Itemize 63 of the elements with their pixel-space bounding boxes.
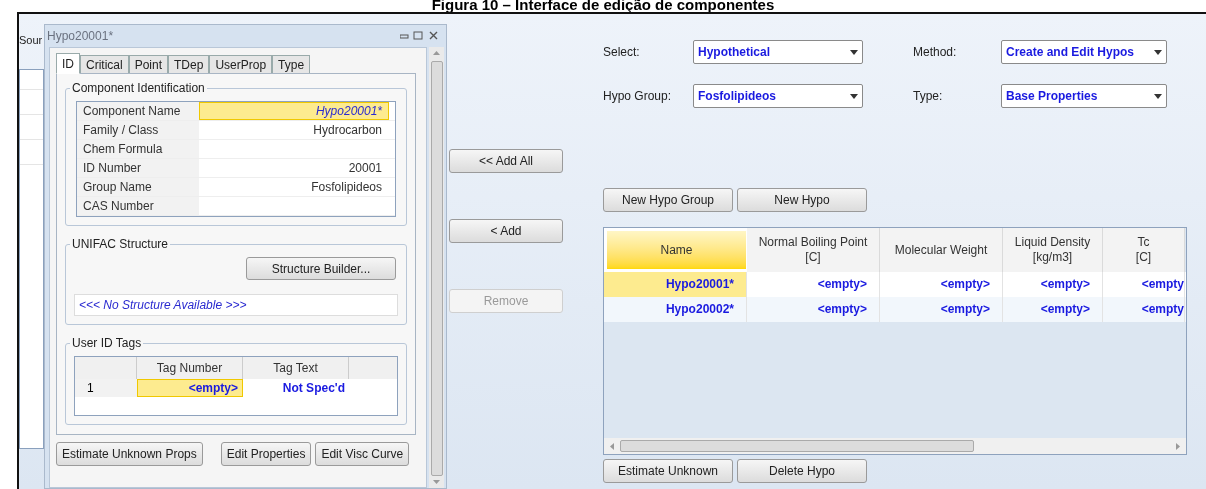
dropdown[interactable]: Hypothetical bbox=[693, 40, 863, 64]
dropdown[interactable]: Fosfolipideos bbox=[693, 84, 863, 108]
dropdown-arrow-icon bbox=[850, 49, 858, 55]
tab[interactable]: Critical bbox=[80, 55, 129, 74]
dropdown-arrow-icon bbox=[1154, 93, 1162, 99]
scroll-down-icon[interactable] bbox=[433, 480, 440, 484]
column-header: Tag Text bbox=[243, 357, 349, 379]
property-label: Component Name bbox=[77, 102, 199, 120]
dropdown-arrow-icon bbox=[850, 93, 858, 99]
group-button[interactable]: New Hypo bbox=[737, 188, 867, 212]
scroll-left-icon[interactable] bbox=[610, 442, 614, 450]
scroll-up-icon[interactable] bbox=[433, 51, 440, 55]
name-cell[interactable]: Hypo20002* bbox=[604, 297, 747, 322]
row-number: 1 bbox=[75, 379, 137, 397]
property-label: ID Number bbox=[77, 159, 199, 177]
selector-label: Select: bbox=[603, 44, 641, 61]
transfer-button[interactable]: << Add All bbox=[449, 149, 563, 173]
editor-button[interactable]: Estimate Unknown Props bbox=[56, 442, 203, 466]
property-label: Chem Formula bbox=[77, 140, 199, 158]
table-cell-text: Not Spec'd bbox=[281, 380, 346, 397]
selector-label: Type: bbox=[913, 88, 944, 105]
source-list[interactable] bbox=[19, 69, 44, 449]
structure-status: <<< No Structure Available >>> bbox=[79, 297, 247, 314]
group-button[interactable]: New Hypo Group bbox=[603, 188, 733, 212]
dropdown[interactable]: Create and Edit Hypos bbox=[1001, 40, 1167, 64]
editor-button[interactable]: Edit Properties bbox=[220, 442, 312, 466]
table-cell: <empty> bbox=[880, 297, 1003, 322]
dropdown-arrow-icon bbox=[1154, 49, 1162, 55]
selector-label: Hypo Group: bbox=[603, 88, 673, 105]
vertical-scrollbar[interactable] bbox=[429, 47, 444, 488]
structure-builder-button[interactable]: Structure Builder... bbox=[246, 257, 396, 280]
window-controls-icon[interactable] bbox=[400, 31, 440, 41]
tab[interactable]: ID bbox=[56, 53, 80, 74]
property-value[interactable]: Hypo20001* bbox=[199, 102, 389, 120]
transfer-button[interactable]: < Add bbox=[449, 219, 563, 243]
window-title: Hypo20001* bbox=[47, 28, 115, 45]
hypo-button[interactable]: Delete Hypo bbox=[737, 459, 867, 483]
table-cell: <empty> bbox=[747, 297, 880, 322]
editor-button[interactable]: Edit Visc Curve bbox=[315, 442, 410, 466]
table-cell: <empty> bbox=[1003, 297, 1103, 322]
column-header[interactable]: Molecular Weight bbox=[880, 228, 1003, 272]
group-title: Component Identification bbox=[70, 81, 207, 95]
column-header[interactable]: Liquid Density [kg/m3] bbox=[1003, 228, 1103, 272]
name-cell[interactable]: Hypo20001* bbox=[604, 272, 747, 297]
property-label: Family / Class bbox=[77, 121, 199, 139]
group-title: User ID Tags bbox=[70, 336, 144, 350]
property-value[interactable]: Fosfolipideos bbox=[199, 178, 389, 196]
panel-label: Sour bbox=[19, 34, 44, 47]
horizontal-scrollbar[interactable] bbox=[604, 438, 1186, 454]
property-value[interactable]: 20001 bbox=[199, 159, 389, 177]
property-label: Group Name bbox=[77, 178, 199, 196]
group-title: UNIFAC Structure bbox=[70, 237, 171, 251]
scroll-right-icon[interactable] bbox=[1176, 442, 1180, 450]
property-label: CAS Number bbox=[77, 197, 199, 215]
hypo-button[interactable]: Estimate Unknown bbox=[603, 459, 733, 483]
property-value[interactable]: Hydrocarbon bbox=[199, 121, 389, 139]
table-cell: <empty bbox=[1103, 297, 1185, 322]
column-header[interactable]: Normal Boiling Point [C] bbox=[747, 228, 880, 272]
dropdown[interactable]: Base Properties bbox=[1001, 84, 1167, 108]
column-header[interactable]: Name bbox=[604, 228, 747, 272]
table-cell[interactable]: <empty> bbox=[137, 379, 243, 397]
column-header[interactable]: Tc [C] bbox=[1103, 228, 1185, 272]
selector-label: Method: bbox=[913, 44, 958, 61]
